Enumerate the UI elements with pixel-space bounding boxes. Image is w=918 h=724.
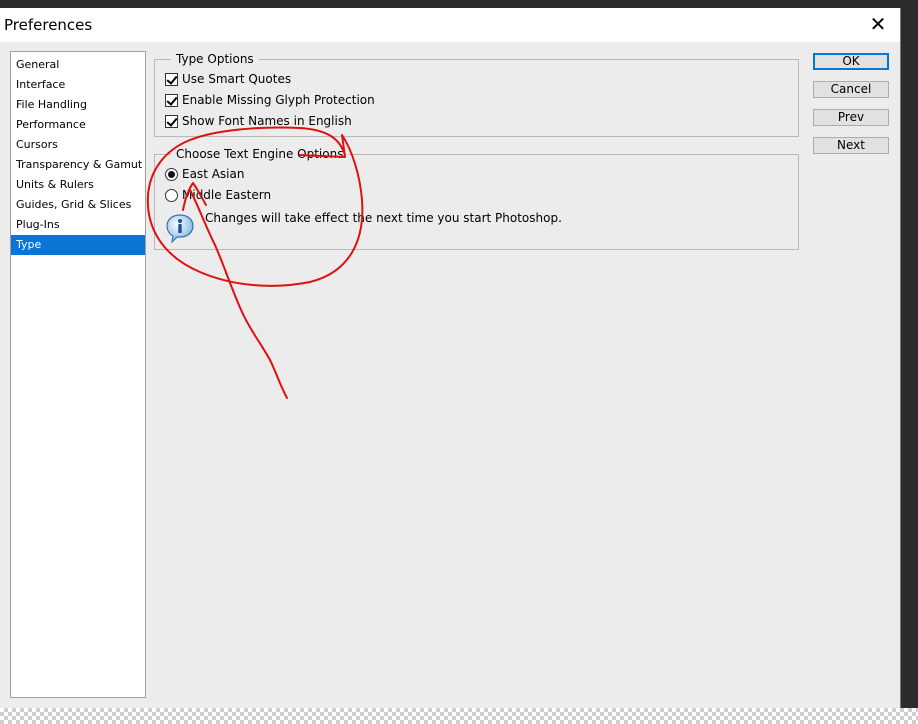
middle-eastern-radio[interactable] <box>165 188 178 202</box>
info-icon <box>166 214 194 243</box>
sidebar-item-transparency-gamut[interactable]: Transparency & Gamut <box>11 155 145 175</box>
ok-button[interactable]: OK <box>813 53 889 70</box>
sidebar-item-guides-grid-slices[interactable]: Guides, Grid & Slices <box>11 195 145 215</box>
preferences-dialog: Preferences ✕ General Interface File Han… <box>0 8 901 708</box>
east-asian-option[interactable]: East Asian <box>165 165 244 183</box>
sidebar-item-type[interactable]: Type <box>11 235 145 255</box>
missing-glyph-checkbox[interactable] <box>165 93 178 107</box>
restart-notice: Changes will take effect the next time y… <box>205 211 562 225</box>
text-engine-group: Choose Text Engine Options East Asian Mi… <box>154 147 799 250</box>
group-title-text-engine: Choose Text Engine Options <box>171 147 349 161</box>
sidebar-item-performance[interactable]: Performance <box>11 115 145 135</box>
font-names-english-checkbox[interactable] <box>165 114 178 128</box>
close-icon[interactable]: ✕ <box>862 10 894 40</box>
sidebar-item-interface[interactable]: Interface <box>11 75 145 95</box>
font-names-english-label: Show Font Names in English <box>182 114 352 128</box>
missing-glyph-label: Enable Missing Glyph Protection <box>182 93 375 107</box>
background-strip <box>0 0 918 8</box>
canvas-transparency-checkerboard <box>0 708 918 724</box>
sidebar-item-plug-ins[interactable]: Plug-Ins <box>11 215 145 235</box>
group-title-type-options: Type Options <box>171 52 259 66</box>
cancel-button[interactable]: Cancel <box>813 81 889 98</box>
use-smart-quotes-checkbox[interactable] <box>165 72 178 86</box>
sidebar-item-units-rulers[interactable]: Units & Rulers <box>11 175 145 195</box>
sidebar-item-cursors[interactable]: Cursors <box>11 135 145 155</box>
missing-glyph-option[interactable]: Enable Missing Glyph Protection <box>165 91 375 109</box>
next-button[interactable]: Next <box>813 137 889 154</box>
middle-eastern-label: Middle Eastern <box>182 188 272 202</box>
prev-button[interactable]: Prev <box>813 109 889 126</box>
preferences-sidebar: General Interface File Handling Performa… <box>10 51 146 698</box>
sidebar-item-file-handling[interactable]: File Handling <box>11 95 145 115</box>
middle-eastern-option[interactable]: Middle Eastern <box>165 186 271 204</box>
use-smart-quotes-label: Use Smart Quotes <box>182 72 292 86</box>
dialog-title: Preferences <box>4 16 93 34</box>
font-names-english-option[interactable]: Show Font Names in English <box>165 112 352 130</box>
sidebar-item-general[interactable]: General <box>11 55 145 75</box>
title-bar: Preferences ✕ <box>0 8 900 42</box>
east-asian-label: East Asian <box>182 167 245 181</box>
type-options-group: Type Options Use Smart Quotes Enable Mis… <box>154 52 799 137</box>
east-asian-radio[interactable] <box>165 167 178 181</box>
use-smart-quotes-option[interactable]: Use Smart Quotes <box>165 70 291 88</box>
